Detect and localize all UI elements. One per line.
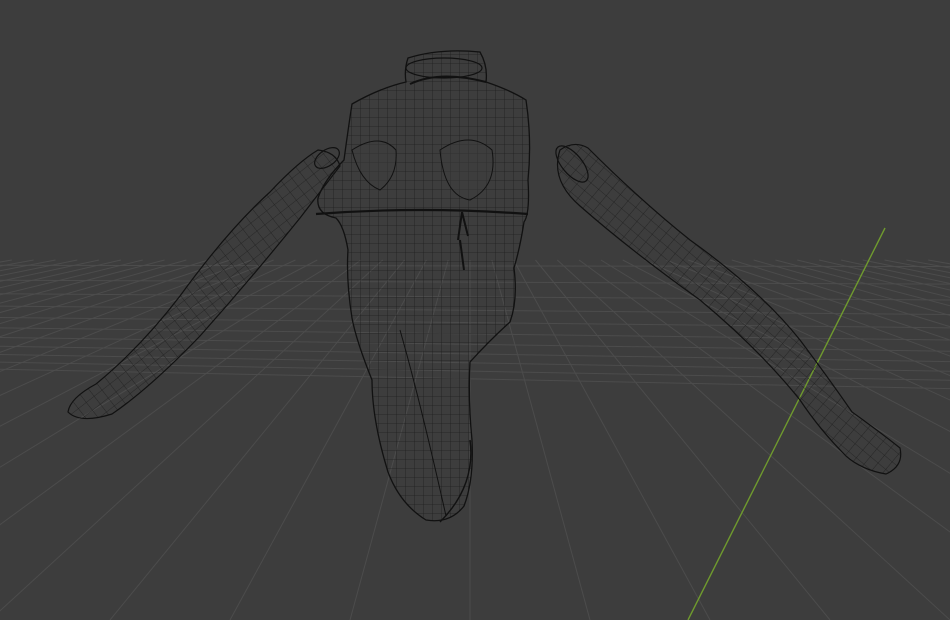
3d-viewport[interactable] <box>0 0 950 620</box>
grid-line-9 <box>0 259 12 263</box>
grid-line-21 <box>0 259 274 373</box>
grid-line-10 <box>0 259 34 267</box>
grid-line-23 <box>0 259 318 427</box>
grid-line-14 <box>0 259 122 289</box>
grid-line-11 <box>0 259 56 272</box>
grid-line-17 <box>0 259 187 314</box>
grid-line-33 <box>535 259 831 620</box>
torso-mesh[interactable] <box>315 50 531 523</box>
grid-line-15 <box>0 259 143 296</box>
grid-line-12 <box>0 259 78 277</box>
viewport-canvas[interactable] <box>0 0 950 620</box>
grid-line-32 <box>513 259 711 620</box>
